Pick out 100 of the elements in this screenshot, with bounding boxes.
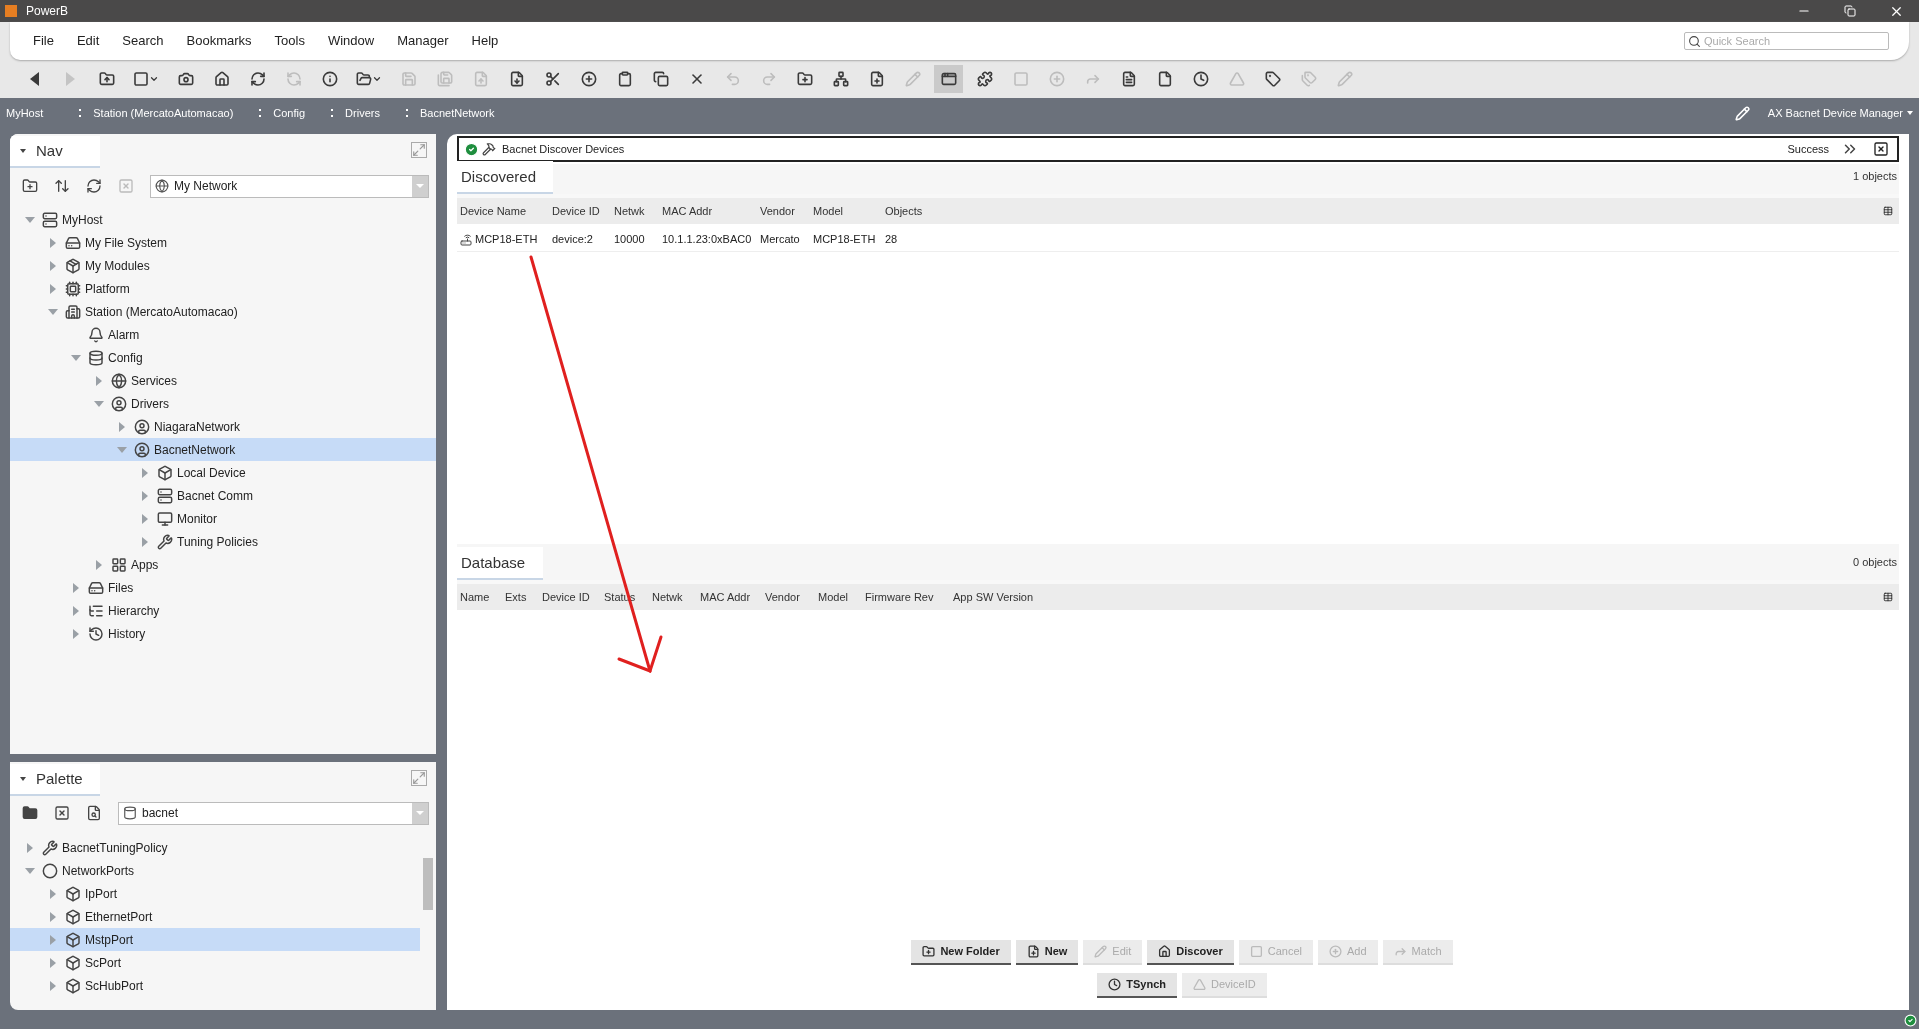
find-icon[interactable]	[86, 805, 102, 821]
column-header[interactable]: Model	[815, 588, 862, 606]
menu-item[interactable]: File	[22, 31, 65, 51]
expand-caret-icon[interactable]	[50, 934, 56, 945]
collapse-caret-icon[interactable]	[20, 149, 26, 153]
column-header[interactable]: Objects	[882, 202, 962, 220]
tree-item[interactable]: Services	[10, 369, 436, 392]
action-button[interactable]: TSynch	[1097, 973, 1178, 998]
maximize-icon[interactable]	[411, 142, 427, 158]
column-header[interactable]: Firmware Rev	[862, 588, 950, 606]
action-button[interactable]: Discover	[1147, 940, 1234, 965]
sort-icon[interactable]	[54, 178, 70, 194]
restore-icon[interactable]	[1844, 5, 1856, 17]
tree-item[interactable]: EthernetPort	[10, 905, 420, 928]
column-header[interactable]: Device Name	[457, 202, 549, 220]
breadcrumb-link[interactable]: Station (MercatoAutomacao)	[93, 104, 234, 122]
tree-item[interactable]: My Modules	[10, 254, 436, 277]
menu-item[interactable]: Tools	[263, 31, 316, 51]
panel-tab[interactable]: Palette	[10, 764, 100, 796]
column-header[interactable]: Device ID	[549, 202, 611, 220]
tree-item[interactable]: Hierarchy	[10, 599, 436, 622]
menu-item[interactable]: Search	[111, 31, 175, 51]
column-header[interactable]: Netwk	[649, 588, 697, 606]
expand-caret-icon[interactable]	[50, 237, 56, 248]
panel-tab[interactable]: Nav	[10, 136, 100, 168]
tree-item[interactable]: Local Device	[10, 461, 436, 484]
expand-caret-icon[interactable]	[73, 605, 79, 616]
folder-plus-icon[interactable]	[22, 178, 38, 194]
tree-item[interactable]: Apps	[10, 553, 436, 576]
expand-caret-icon[interactable]	[50, 957, 56, 968]
expand-caret-icon[interactable]	[142, 513, 148, 524]
breadcrumb-link[interactable]: BacnetNetwork	[419, 104, 495, 122]
expand-caret-icon[interactable]	[142, 467, 148, 478]
tree-item[interactable]: NiagaraNetwork	[10, 415, 436, 438]
tree-item[interactable]: Alarm	[10, 323, 436, 346]
action-button[interactable]: New Folder	[911, 940, 1011, 965]
column-header[interactable]: Vendor	[757, 202, 810, 220]
pencil-icon[interactable]	[1734, 105, 1750, 121]
expand-caret-icon[interactable]	[50, 911, 56, 922]
expand-caret-icon[interactable]	[142, 490, 148, 501]
maximize-icon[interactable]	[411, 770, 427, 786]
breadcrumb-link[interactable]: Config	[273, 104, 306, 122]
tree-item[interactable]: Files	[10, 576, 436, 599]
folder-icon[interactable]	[22, 805, 38, 821]
tree-item[interactable]: ScPort	[10, 951, 420, 974]
expand-caret-icon[interactable]	[73, 628, 79, 639]
tree-item[interactable]: History	[10, 622, 436, 645]
tree-item[interactable]: Config	[10, 346, 436, 369]
tree-item[interactable]: Monitor	[10, 507, 436, 530]
menu-item[interactable]: Window	[316, 31, 386, 51]
expand-caret-icon[interactable]	[27, 842, 33, 853]
column-header[interactable]: Vendor	[762, 588, 815, 606]
expand-caret-icon[interactable]	[50, 888, 56, 899]
tree-item[interactable]: ScHubPort	[10, 974, 420, 997]
expand-caret-icon[interactable]	[119, 421, 125, 432]
column-header[interactable]: Device ID	[539, 588, 601, 606]
tree-item[interactable]: NetworkPorts	[10, 859, 420, 882]
expand-caret-icon[interactable]	[50, 283, 56, 294]
column-header[interactable]: Netwk	[611, 202, 659, 220]
column-header[interactable]: Name	[457, 588, 502, 606]
action-button[interactable]: New	[1015, 940, 1079, 965]
tree-item[interactable]: BacnetTuningPolicy	[10, 836, 420, 859]
tree-item[interactable]: MyHost	[10, 208, 436, 231]
column-chooser-icon[interactable]	[1883, 592, 1893, 602]
column-header[interactable]: Exts	[502, 588, 539, 606]
dropdown-field[interactable]: bacnet	[118, 801, 429, 825]
expand-caret-icon[interactable]	[96, 559, 102, 570]
view-selector[interactable]: AX Bacnet Device Manager	[1767, 104, 1903, 122]
section-tab[interactable]: Discovered	[457, 160, 553, 194]
menu-item[interactable]: Manager	[386, 31, 460, 51]
tree-item[interactable]: Drivers	[10, 392, 436, 415]
expand-caret-icon[interactable]	[142, 536, 148, 547]
close-box-icon[interactable]	[1873, 141, 1889, 157]
close-box-icon[interactable]	[54, 805, 70, 821]
scrollbar-thumb[interactable]	[423, 858, 433, 910]
toolbar-button[interactable]	[934, 65, 963, 93]
section-tab[interactable]: Database	[457, 546, 543, 580]
expand-caret-icon[interactable]	[50, 980, 56, 991]
tree-item[interactable]: Platform	[10, 277, 436, 300]
menu-item[interactable]: Bookmarks	[175, 31, 263, 51]
expand-caret-icon[interactable]	[96, 375, 102, 386]
column-header[interactable]: MAC Addr	[659, 202, 757, 220]
tree-item[interactable]: BacnetNetwork	[10, 438, 436, 461]
column-header[interactable]: Model	[810, 202, 882, 220]
dropdown-field[interactable]: My Network	[150, 174, 429, 198]
expand-caret-icon[interactable]	[73, 582, 79, 593]
tree-item[interactable]: IpPort	[10, 882, 420, 905]
column-chooser-icon[interactable]	[1883, 206, 1893, 216]
breadcrumb-link[interactable]: MyHost	[6, 104, 44, 122]
tree-item[interactable]: MstpPort	[10, 928, 420, 951]
column-header[interactable]: MAC Addr	[697, 588, 762, 606]
tree-item[interactable]: Bacnet Comm	[10, 484, 436, 507]
column-header[interactable]: App SW Version	[950, 588, 1050, 606]
refresh-icon[interactable]	[86, 178, 102, 194]
tree-item[interactable]: My File System	[10, 231, 436, 254]
tree-item[interactable]: Tuning Policies	[10, 530, 436, 553]
tree-item[interactable]: Station (MercatoAutomacao)	[10, 300, 436, 323]
collapse-caret-icon[interactable]	[20, 777, 26, 781]
menu-item[interactable]: Help	[460, 31, 510, 51]
breadcrumb-link[interactable]: Drivers	[345, 104, 380, 122]
